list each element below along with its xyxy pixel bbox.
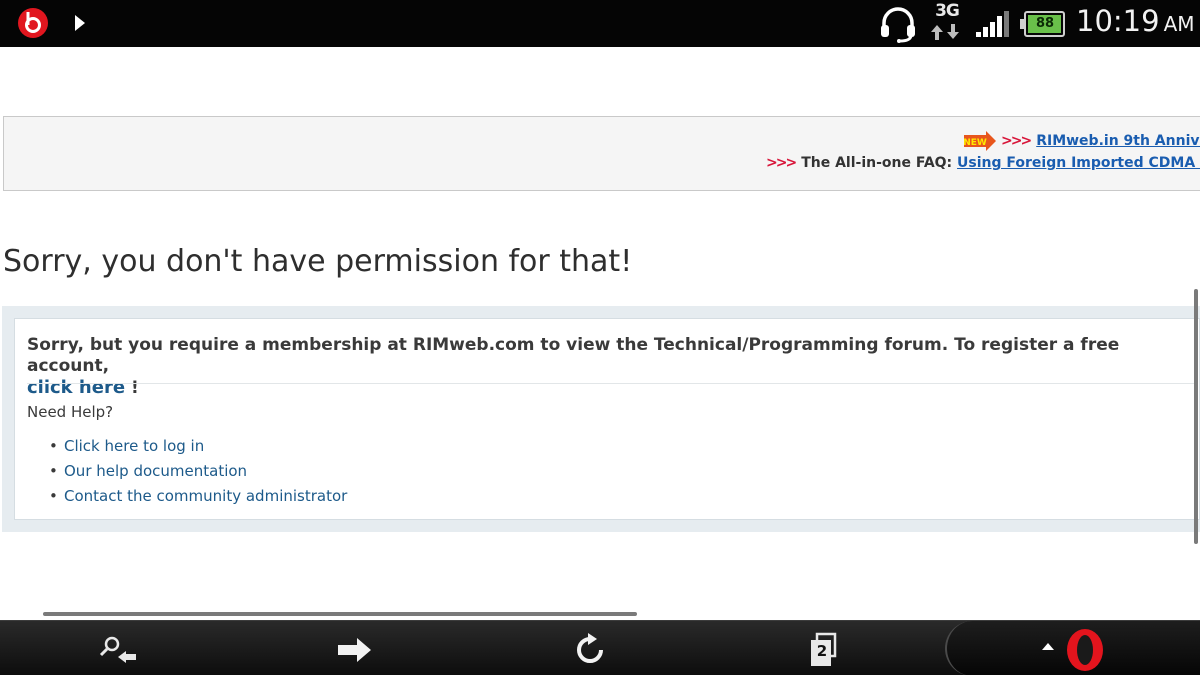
permission-message: Sorry, but you require a membership at R… (27, 335, 1187, 399)
opera-icon[interactable] (1064, 627, 1106, 673)
bullet: • (49, 437, 58, 455)
list-item: • Click here to log in (49, 436, 347, 461)
clock: 10:19 AM (1076, 4, 1195, 38)
anniversary-link[interactable]: RIMweb.in 9th Anniversa (1036, 133, 1200, 149)
bullet: • (49, 462, 58, 480)
list-item: • Contact the community administrator (49, 486, 347, 511)
page-title: Sorry, you don't have permission for tha… (3, 244, 633, 279)
list-item: • Our help documentation (49, 461, 347, 486)
help-links-list: • Click here to log in • Our help document… (49, 436, 347, 511)
beats-audio-icon[interactable] (17, 7, 49, 39)
message-panel: Sorry, but you require a membership at R… (2, 306, 1200, 532)
forward-icon[interactable] (333, 630, 377, 670)
tab-count: 2 (816, 642, 828, 660)
reload-icon[interactable] (568, 630, 612, 670)
bullet: • (49, 487, 58, 505)
help-heading: Need Help? (27, 403, 114, 421)
back-icon[interactable] (96, 630, 140, 670)
login-link[interactable]: Click here to log in (64, 437, 204, 455)
svg-text:NEW: NEW (964, 138, 987, 148)
vertical-scrollbar[interactable] (1194, 289, 1198, 544)
announcement-line-1: NEW >>>RIMweb.in 9th Anniversa (964, 131, 1200, 151)
faq-label: The All-in-one FAQ: (801, 155, 953, 171)
announcement-line-2: >>> The All-in-one FAQ: Using Foreign Imp… (766, 155, 1200, 171)
data-arrows-icon (931, 24, 959, 40)
signal-icon (976, 11, 1009, 37)
message-text: Sorry, but you require a membership at R… (27, 335, 1120, 376)
chevrons: >>> (1001, 133, 1032, 149)
register-link[interactable]: click here (27, 377, 125, 398)
caret-up-icon[interactable] (1041, 640, 1055, 652)
battery-level: 88 (1035, 16, 1055, 31)
new-badge-icon: NEW (964, 131, 996, 151)
message-suffix: ! (130, 378, 139, 398)
network-type: 3G (935, 1, 960, 21)
browser-toolbar (0, 620, 1200, 675)
help-docs-link[interactable]: Our help documentation (64, 462, 247, 480)
message-box: Sorry, but you require a membership at R… (14, 318, 1200, 520)
divider (27, 383, 1197, 384)
clock-time: 10:19 (1076, 4, 1160, 38)
clock-ampm: AM (1163, 12, 1195, 36)
chevrons: >>> (766, 155, 797, 171)
faq-link[interactable]: Using Foreign Imported CDMA Handse (957, 155, 1200, 171)
web-page: NEW >>>RIMweb.in 9th Anniversa >>>The Al… (0, 47, 1200, 620)
contact-admin-link[interactable]: Contact the community administrator (64, 487, 347, 505)
play-icon[interactable] (73, 13, 87, 33)
horizontal-scrollbar[interactable] (43, 612, 637, 616)
status-bar: 3G 88 10:19 AM (0, 0, 1200, 47)
announcement-bar: NEW >>>RIMweb.in 9th Anniversa >>>The Al… (3, 116, 1200, 191)
headset-icon (881, 7, 915, 43)
